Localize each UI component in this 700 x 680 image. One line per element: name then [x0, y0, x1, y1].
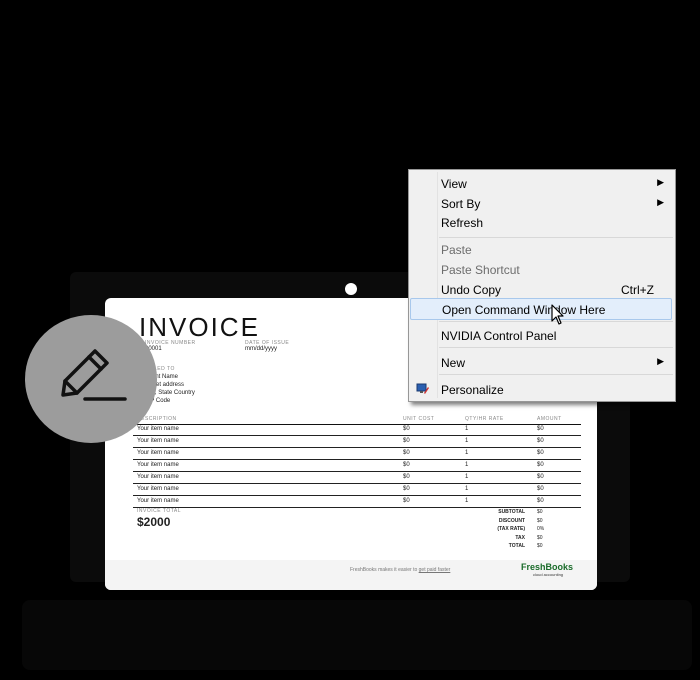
summary-block: SUBTOTAL $0 DISCOUNT $0 (TAX RATE) 0% TAX $0… — [465, 509, 565, 552]
desktop-context-menu: View ▶ Sort By ▶ Refresh Paste Paste Sho… — [408, 169, 676, 402]
summary-line: TOTAL $0 — [465, 543, 565, 552]
invoice-total-value: $2000 — [137, 515, 171, 529]
item-cost: $0 — [403, 474, 410, 480]
menu-separator — [439, 374, 673, 375]
summary-line: SUBTOTAL $0 — [465, 509, 565, 518]
item-amount: $0 — [537, 462, 544, 468]
summary-label: TAX — [515, 534, 525, 541]
freshbooks-logo-subtitle: cloud accounting — [533, 572, 564, 577]
summary-line: TAX $0 — [465, 535, 565, 544]
menu-separator — [439, 237, 673, 238]
header-qty-rate: QTY/HR RATE — [465, 416, 504, 422]
summary-value: $0 — [537, 534, 543, 541]
item-amount: $0 — [537, 498, 544, 504]
table-row: Your item name $0 1 $0 — [133, 472, 581, 484]
footer-link[interactable]: get paid faster — [419, 567, 451, 573]
menu-item-paste[interactable]: Paste — [410, 239, 672, 259]
item-cost: $0 — [403, 498, 410, 504]
item-qty: 1 — [465, 486, 469, 492]
item-description: Your item name — [137, 474, 179, 480]
item-cost: $0 — [403, 450, 410, 456]
item-qty: 1 — [465, 426, 469, 432]
menu-separator — [439, 347, 673, 348]
item-qty: 1 — [465, 462, 469, 468]
header-amount: AMOUNT — [537, 416, 562, 422]
summary-label: (TAX RATE) — [497, 526, 525, 532]
menu-item-label: Refresh — [441, 216, 484, 230]
menu-item-label: New — [441, 356, 466, 370]
date-of-issue-value: mm/dd/yyyy — [245, 346, 278, 352]
summary-value: 0% — [537, 526, 545, 532]
menu-item-label: Open Command Window Here — [442, 303, 606, 317]
freshbooks-logo: FreshBooks — [521, 562, 574, 572]
summary-label: SUBTOTAL — [498, 509, 525, 515]
item-cost: $0 — [403, 486, 410, 492]
webcam-dot — [345, 283, 357, 295]
header-unit-cost: UNIT COST — [403, 416, 435, 422]
line-items: Your item name $0 1 $0 Your item name $0… — [133, 424, 581, 508]
edit-badge — [25, 315, 157, 443]
chevron-right-icon: ▶ — [657, 197, 664, 207]
table-row: Your item name $0 1 $0 — [133, 460, 581, 472]
item-amount: $0 — [537, 438, 544, 444]
summary-value: $0 — [537, 543, 543, 549]
menu-item-sort-by[interactable]: Sort By ▶ — [410, 193, 672, 213]
item-description: Your item name — [137, 450, 179, 456]
menu-item-label: NVIDIA Control Panel — [441, 329, 557, 343]
item-qty: 1 — [465, 474, 469, 480]
item-amount: $0 — [537, 474, 544, 480]
menu-item-new[interactable]: New ▶ — [410, 352, 672, 372]
item-cost: $0 — [403, 426, 410, 432]
summary-label: TOTAL — [508, 543, 525, 549]
menu-item-label: Undo Copy — [441, 283, 502, 297]
menu-item-shortcut: Ctrl+Z — [621, 283, 654, 297]
table-row: Your item name $0 1 $0 — [133, 424, 581, 436]
item-amount: $0 — [537, 486, 544, 492]
table-row: Your item name $0 1 $0 — [133, 436, 581, 448]
menu-item-personalize[interactable]: Personalize — [410, 379, 672, 399]
menu-item-label: View — [441, 177, 467, 191]
menu-item-label: Personalize — [441, 383, 504, 397]
item-qty: 1 — [465, 498, 469, 504]
menu-item-refresh[interactable]: Refresh — [410, 212, 672, 232]
summary-value: $0 — [537, 517, 543, 524]
summary-value: $0 — [537, 509, 543, 515]
summary-line: (TAX RATE) 0% — [465, 526, 565, 535]
item-amount: $0 — [537, 450, 544, 456]
item-description: Your item name — [137, 438, 179, 444]
menu-item-label: Sort By — [441, 197, 481, 211]
table-row: Your item name $0 1 $0 — [133, 496, 581, 508]
menu-item-undo-copy[interactable]: Undo Copy Ctrl+Z — [410, 279, 672, 299]
menu-item-view[interactable]: View ▶ — [410, 173, 672, 193]
table-row: Your item name $0 1 $0 — [133, 448, 581, 460]
invoice-total-label: INVOICE TOTAL — [137, 508, 182, 514]
menu-item-label: Paste Shortcut — [441, 263, 520, 277]
item-description: Your item name — [137, 486, 179, 492]
item-description: Your item name — [137, 426, 179, 432]
footer-tagline: FreshBooks makes it easier to — [350, 567, 418, 573]
summary-line: DISCOUNT $0 — [465, 518, 565, 527]
personalize-icon — [416, 383, 429, 394]
laptop-base — [22, 600, 692, 670]
item-qty: 1 — [465, 438, 469, 444]
chevron-right-icon: ▶ — [657, 177, 664, 187]
footer-text: FreshBooks makes it easier to get paid f… — [350, 567, 450, 573]
menu-item-paste-shortcut[interactable]: Paste Shortcut — [410, 259, 672, 279]
mouse-pointer-icon — [551, 304, 564, 325]
chevron-right-icon: ▶ — [657, 356, 664, 366]
pencil-icon — [61, 349, 127, 401]
summary-label: DISCOUNT — [498, 517, 525, 524]
menu-item-nvidia-control-panel[interactable]: NVIDIA Control Panel — [410, 325, 672, 345]
item-cost: $0 — [403, 438, 410, 444]
invoice-title: INVOICE — [139, 312, 260, 342]
table-row: Your item name $0 1 $0 — [133, 484, 581, 496]
menu-item-label: Paste — [441, 243, 472, 257]
item-amount: $0 — [537, 426, 544, 432]
item-qty: 1 — [465, 450, 469, 456]
item-cost: $0 — [403, 462, 410, 468]
item-description: Your item name — [137, 498, 179, 504]
item-description: Your item name — [137, 462, 179, 468]
menu-item-open-command-window[interactable]: Open Command Window Here — [410, 298, 672, 320]
